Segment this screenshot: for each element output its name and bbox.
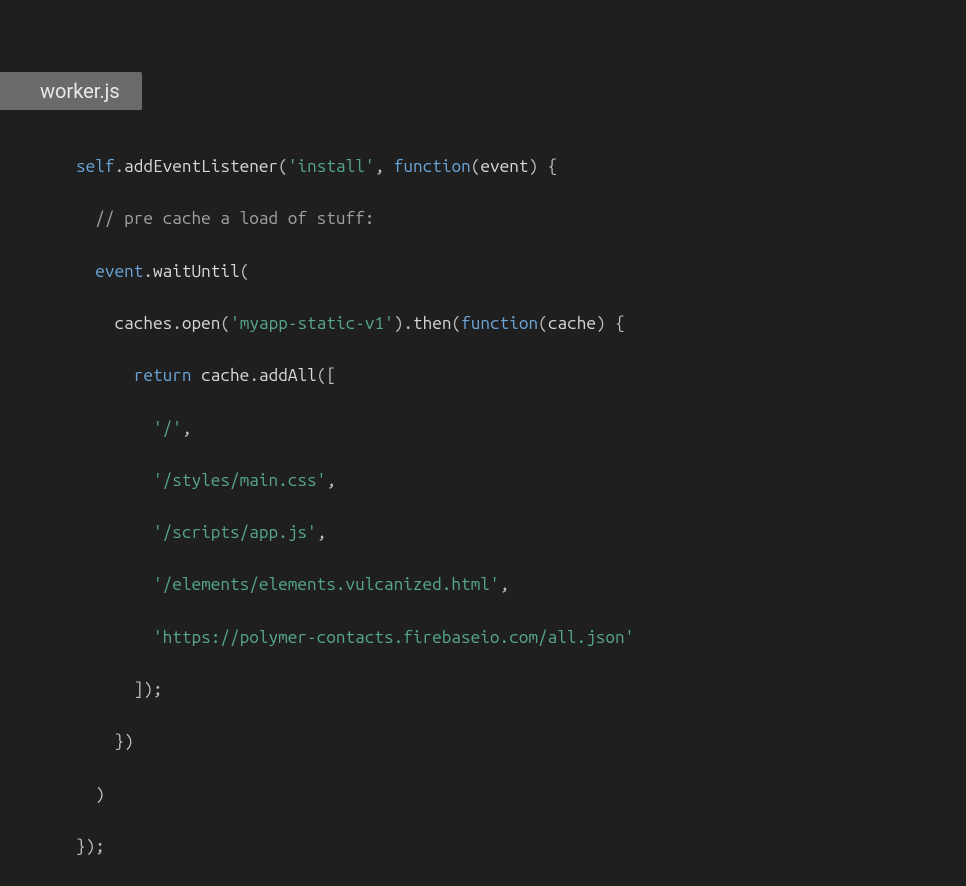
code-line: 'https://polymer-contacts.firebaseio.com… [76,625,634,651]
code-line: }) [76,729,634,755]
code-line: ]); [76,677,634,703]
code-line: // pre cache a load of stuff: [76,206,634,232]
code-line: self.addEventListener('install', functio… [76,154,634,180]
code-line: '/', [76,416,634,442]
code-line: ) [76,782,634,808]
code-line: '/elements/elements.vulcanized.html', [76,572,634,598]
code-line: caches.open('myapp-static-v1').then(func… [76,311,634,337]
file-tab[interactable]: worker.js [0,72,142,110]
file-tab-label: worker.js [40,79,120,103]
code-editor[interactable]: self.addEventListener('install', functio… [76,128,634,886]
code-line: return cache.addAll([ [76,363,634,389]
code-line: '/scripts/app.js', [76,520,634,546]
code-line: '/styles/main.css', [76,468,634,494]
code-line: event.waitUntil( [76,259,634,285]
code-line: }); [76,834,634,860]
